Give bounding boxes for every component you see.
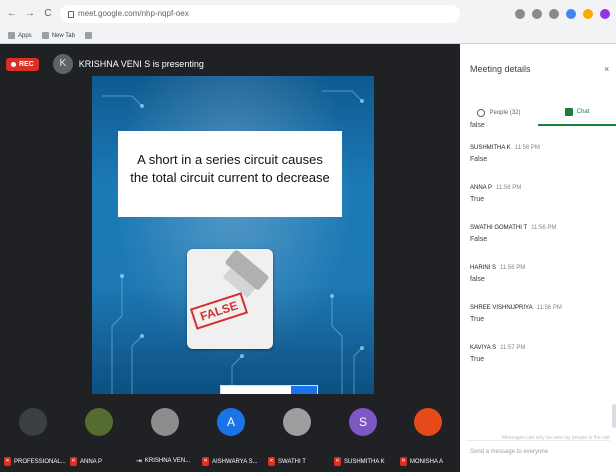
panel-title: Meeting details [470, 64, 531, 74]
false-stamp-image: FALSE [187, 249, 273, 349]
mic-muted-icon: ✕ [70, 457, 77, 466]
chat-icon [564, 108, 573, 116]
mic-muted-icon: ✕ [4, 457, 11, 466]
participant-strip: ✕ PROFESSIONAL... ✕ ANNA P ⇥ KRISHNA VEN...… [0, 394, 460, 472]
lock-icon [68, 10, 74, 18]
participant-tile[interactable]: ✕ MONISHA A [396, 394, 460, 472]
participant-name: KRISHNA VEN... [144, 458, 191, 464]
extension-icon[interactable] [549, 9, 559, 19]
presenting-text: KRISHNA VENI S is presenting [78, 59, 204, 69]
participant-name: SUSHMITHA K [344, 458, 385, 465]
message-time: 11:56 PM [531, 225, 557, 231]
panel-scrollbar[interactable] [612, 404, 616, 428]
participant-tile[interactable]: ✕ SWATHI T [264, 394, 330, 472]
participant-avatar: A [217, 408, 245, 436]
participant-name: ANNA P [80, 458, 103, 465]
extension-icon[interactable] [566, 9, 576, 19]
participant-avatar [151, 408, 179, 436]
message-sender: ANNA P [470, 185, 493, 191]
extension-icon[interactable] [532, 9, 542, 19]
url-text: meet.google.com/nhp-nqpf-oex [78, 9, 189, 18]
bookmarks-bar: Apps New Tab [0, 28, 616, 44]
message-sender: SHREE VISHNUPRIYA [470, 305, 533, 311]
extension-icon[interactable] [515, 9, 525, 19]
forward-icon[interactable]: → [24, 8, 36, 20]
participant-tile[interactable]: ✕ PROFESSIONAL... [0, 394, 66, 472]
extension-icons [515, 9, 610, 19]
reload-icon[interactable]: C [42, 8, 54, 20]
back-icon[interactable]: ← [6, 8, 18, 20]
message-time: 11:56 PM [536, 305, 562, 311]
participant-avatar [283, 408, 311, 436]
chat-message: false [470, 122, 610, 129]
mic-muted-icon: ✕ [268, 457, 275, 466]
circuit-decoration [102, 90, 364, 396]
participant-tile[interactable]: ⇥ KRISHNA VEN... [132, 394, 198, 472]
apps-icon [8, 32, 15, 39]
message-text: False [470, 156, 488, 163]
message-text: false [470, 276, 485, 283]
participant-name: PROFESSIONAL... [14, 458, 66, 465]
participant-tile[interactable]: A ✕ AISHWARYA S... [198, 394, 264, 472]
message-time: 11:56 PM [500, 265, 526, 271]
participant-avatar: S [349, 408, 377, 436]
participant-tile[interactable]: S ✕ SUSHMITHA K [330, 394, 396, 472]
close-icon[interactable]: × [604, 64, 609, 74]
message-sender: SWATHI GOMATHI T [470, 225, 528, 231]
mic-muted-icon: ✕ [334, 457, 341, 466]
chat-message: KAVIYA S 11:57 PM True [470, 345, 610, 363]
chat-input[interactable]: Messages can only be seen by people in t… [466, 435, 610, 464]
message-time: 11:57 PM [500, 345, 526, 351]
chat-messages: false SUSHMITHA K 11:56 PM False ANNA P 11… [470, 122, 610, 385]
chat-notice: Messages can only be seen by people in t… [502, 435, 610, 441]
chat-message: HARINI S 11:56 PM false [470, 265, 610, 283]
message-sender: SUSHMITHA K [470, 145, 511, 151]
browser-toolbar: ← → C meet.google.com/nhp-nqpf-oex [0, 0, 616, 28]
participant-avatar [85, 408, 113, 436]
message-text: True [470, 196, 485, 203]
participant-name: AISHWARYA S... [212, 458, 258, 465]
browser-chrome: ← → C meet.google.com/nhp-nqpf-oex Apps … [0, 0, 616, 44]
slide-statement: A short in a series circuit causes the t… [118, 131, 342, 217]
chat-placeholder: Send a message to everyone [470, 449, 549, 455]
mic-muted-icon: ✕ [400, 457, 407, 466]
tab-icon [41, 32, 49, 39]
chat-message: SHREE VISHNUPRIYA 11:56 PM True [470, 305, 610, 323]
chat-message: ANNA P 11:56 PM True [470, 185, 610, 203]
message-sender: HARINI S [470, 265, 497, 271]
participant-avatar [414, 408, 442, 436]
bookmark-icon [84, 32, 92, 39]
participant-tile[interactable]: ✕ ANNA P [66, 394, 132, 472]
chat-message: SUSHMITHA K 11:56 PM False [470, 145, 610, 163]
message-text: False [470, 236, 488, 243]
bookmark-apps[interactable]: Apps [8, 32, 32, 39]
profile-avatar[interactable] [600, 9, 610, 19]
participant-avatar [19, 408, 47, 436]
participant-name: MONISHA A [410, 458, 444, 465]
message-time: 11:56 PM [514, 145, 540, 151]
shared-slide: A short in a series circuit causes the t… [92, 76, 374, 398]
recording-badge: REC [6, 57, 39, 71]
message-text: false [470, 122, 485, 129]
participant-name: SWATHI T [278, 458, 306, 465]
bookmark-item[interactable] [84, 32, 92, 39]
message-time: 11:56 PM [496, 185, 522, 191]
extension-icon[interactable] [583, 9, 593, 19]
presenter-avatar: K [52, 54, 73, 74]
record-dot-icon [11, 61, 16, 67]
false-stamp: FALSE [189, 292, 249, 330]
meeting-stage: REC K KRISHNA VENI S is presenting A sho… [0, 44, 460, 472]
mic-muted-icon: ✕ [202, 457, 209, 466]
bookmark-new-tab[interactable]: New Tab [41, 32, 75, 39]
presenting-icon: ⇥ [136, 458, 142, 465]
chat-message: SWATHI GOMATHI T 11:56 PM False [470, 225, 610, 243]
message-sender: KAVIYA S [470, 345, 497, 351]
people-icon [477, 109, 486, 117]
message-text: True [470, 356, 485, 363]
message-text: True [470, 316, 485, 323]
meeting-details-panel: Meeting details × People (32) Chat false… [460, 44, 616, 472]
address-bar[interactable]: meet.google.com/nhp-nqpf-oex [60, 5, 460, 23]
